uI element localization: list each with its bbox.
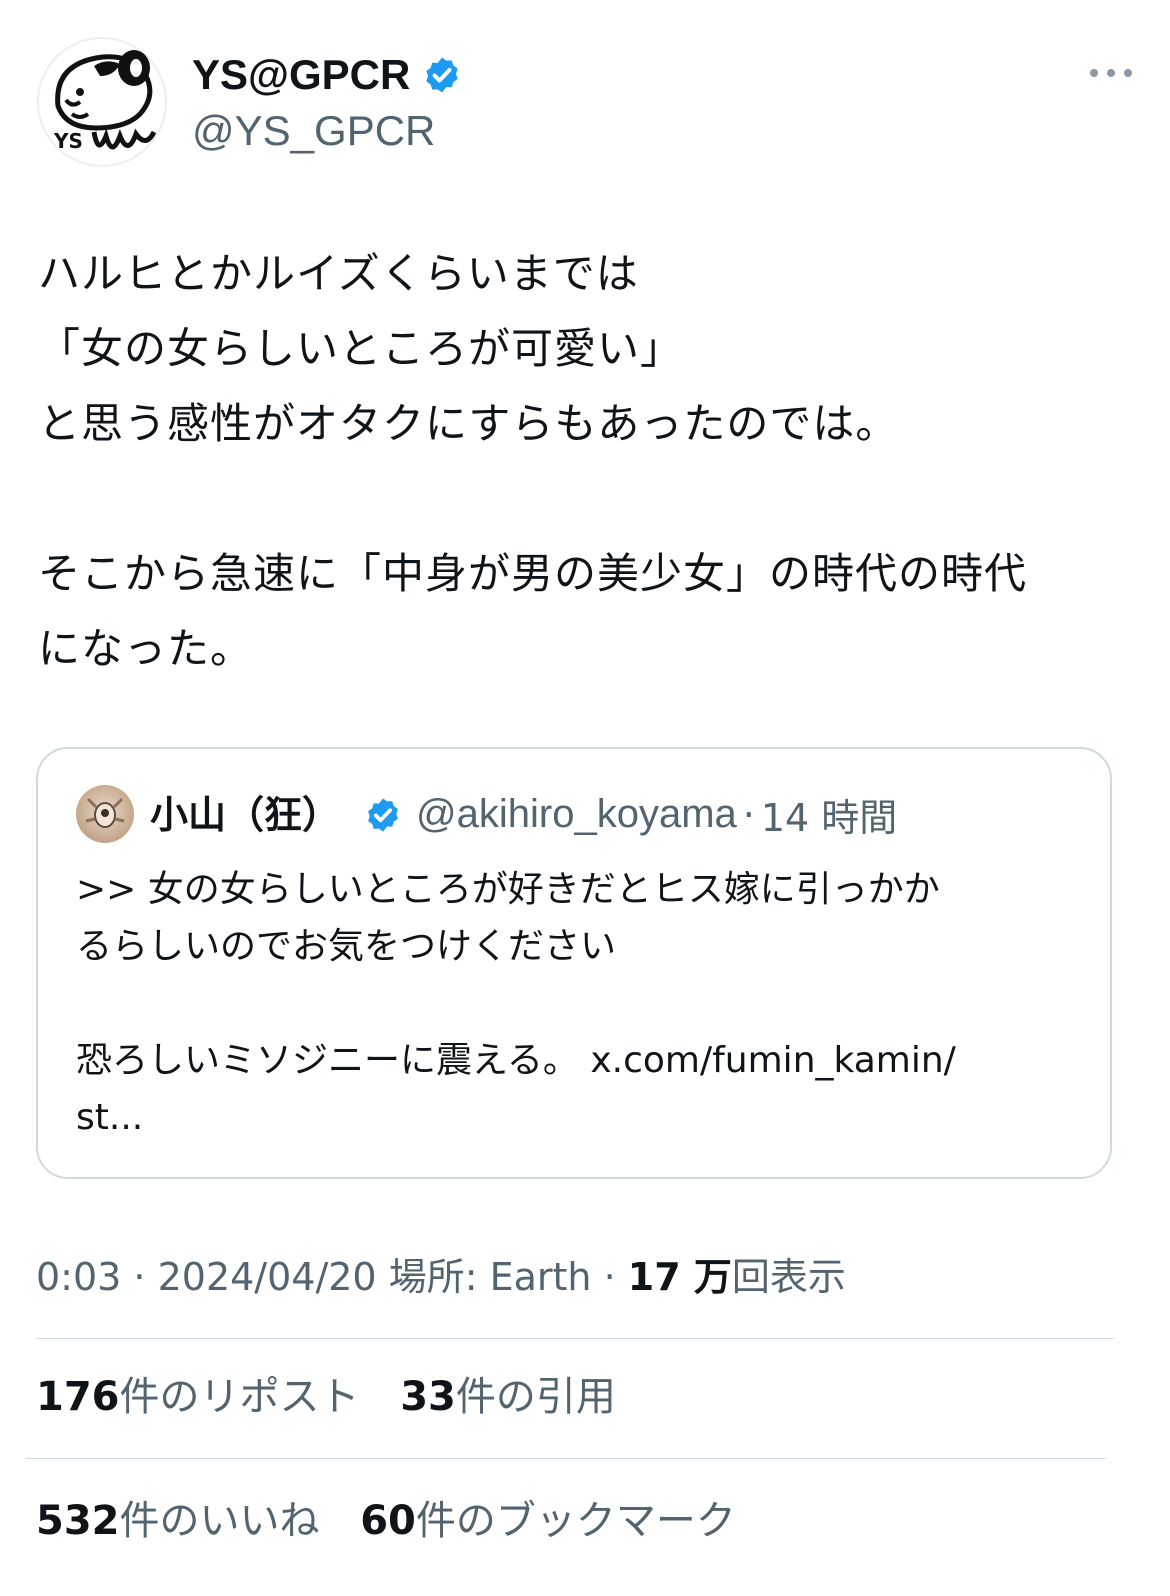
views-count: 17 万	[627, 1255, 732, 1299]
bookmarks-link[interactable]: 60件のブックマーク	[360, 1498, 764, 1544]
divider	[26, 1458, 1106, 1459]
verified-badge-icon	[368, 797, 398, 832]
author-handle[interactable]: @YS_GPCR	[192, 106, 435, 156]
tweet-meta: 0:03 · 2024/04/20 場所: Earth · 17 万回表示	[36, 1250, 846, 1304]
tweet-header: YS YS@GPCR @YS_GPCR	[36, 36, 1136, 176]
likes-link[interactable]: 532件のいいね	[36, 1498, 348, 1544]
author-avatar[interactable]: YS	[36, 36, 168, 168]
tweet-date[interactable]: 2024/04/20	[158, 1255, 377, 1299]
verified-badge-icon	[426, 57, 458, 93]
quoted-author-avatar	[76, 785, 134, 843]
more-options-icon[interactable]	[1086, 58, 1136, 88]
quoted-display-name[interactable]: 小山（狂）	[150, 790, 340, 840]
quoted-header: 小山（狂） @akihiro_koyama · 14 時間	[150, 787, 897, 842]
quotes-label: 件の引用	[455, 1374, 616, 1420]
author-display-name[interactable]: YS@GPCR	[192, 50, 462, 100]
quotes-count: 33	[400, 1374, 456, 1420]
svg-text:YS: YS	[53, 129, 83, 153]
likes-label: 件のいいね	[119, 1498, 320, 1544]
views-label: 回表示	[731, 1255, 846, 1299]
quoted-timestamp[interactable]: 14 時間	[761, 787, 897, 842]
tweet-time[interactable]: 0:03	[36, 1255, 121, 1299]
separator-dot: ·	[742, 792, 755, 837]
repost-stats-row: 176件のリポスト 33件の引用	[36, 1370, 644, 1424]
dog-avatar-icon: YS	[37, 37, 167, 167]
reposts-label: 件のリポスト	[119, 1374, 360, 1420]
meta-separator: ·	[121, 1255, 158, 1299]
divider	[36, 1338, 1114, 1339]
tweet-location: 場所: Earth	[376, 1255, 592, 1299]
likes-count: 532	[36, 1498, 120, 1544]
bookmarks-label: 件のブックマーク	[415, 1498, 736, 1544]
bookmarks-count: 60	[360, 1498, 416, 1544]
quotes-link[interactable]: 33件の引用	[400, 1374, 644, 1420]
quoted-handle[interactable]: @akihiro_koyama	[416, 792, 737, 837]
quoted-tweet-text: >> 女の女らしいところが好きだとヒス嫁に引っかか るらしいのでお気をつけくださ…	[76, 869, 956, 1138]
meta-separator: ·	[591, 1255, 628, 1299]
reposts-link[interactable]: 176件のリポスト	[36, 1374, 388, 1420]
avatar-image-icon	[85, 797, 125, 828]
display-name-text: YS@GPCR	[192, 51, 411, 98]
quoted-tweet[interactable]: 小山（狂） @akihiro_koyama · 14 時間 >> 女の女らしいと…	[36, 747, 1112, 1179]
reposts-count: 176	[36, 1374, 120, 1420]
like-stats-row: 532件のいいね 60件のブックマーク	[36, 1494, 764, 1548]
tweet-text: ハルヒとかルイズくらいまでは 「女の女らしいところが可愛い」 と思う感性がオタク…	[38, 249, 1028, 673]
